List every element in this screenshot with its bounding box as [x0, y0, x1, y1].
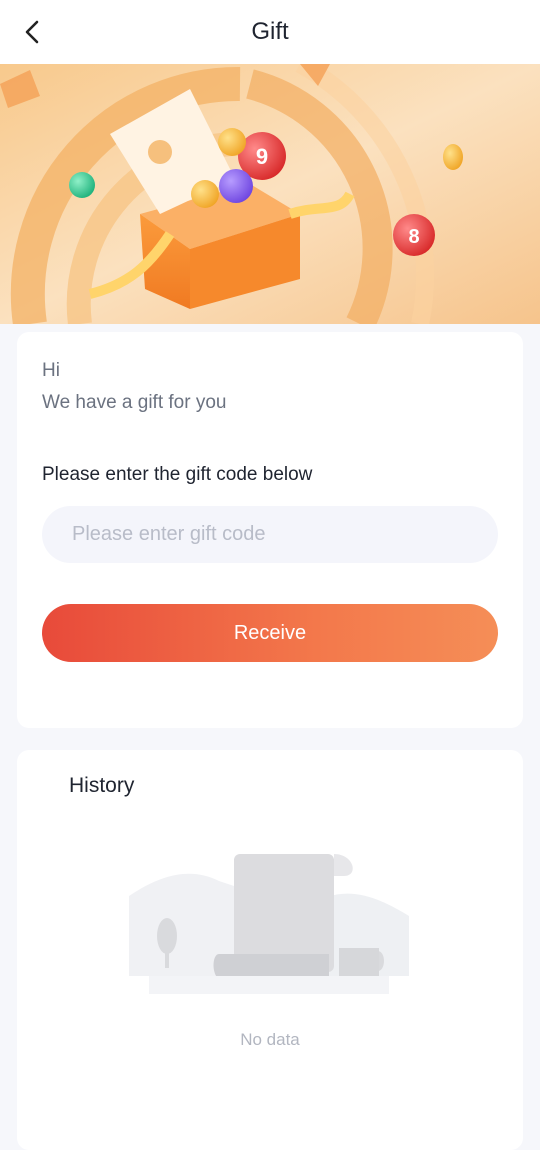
history-title: History: [69, 774, 135, 797]
history-card: History No data: [17, 750, 523, 1150]
page-title: Gift: [251, 18, 289, 45]
receive-button[interactable]: Receive: [42, 604, 498, 662]
empty-document-illustration: [129, 854, 409, 994]
gift-code-card: Hi We have a gift for you Please enter t…: [17, 332, 523, 728]
gift-code-label: Please enter the gift code below: [42, 464, 313, 485]
svg-text:9: 9: [256, 144, 268, 169]
gift-code-input[interactable]: [42, 506, 498, 563]
greeting-text: Hi: [42, 360, 60, 381]
gift-subtitle: We have a gift for you: [42, 392, 227, 413]
empty-state-text: No data: [240, 1030, 300, 1049]
gift-banner: 9 8: [0, 64, 540, 324]
top-bar: Gift: [0, 0, 540, 64]
svg-text:8: 8: [408, 226, 419, 248]
